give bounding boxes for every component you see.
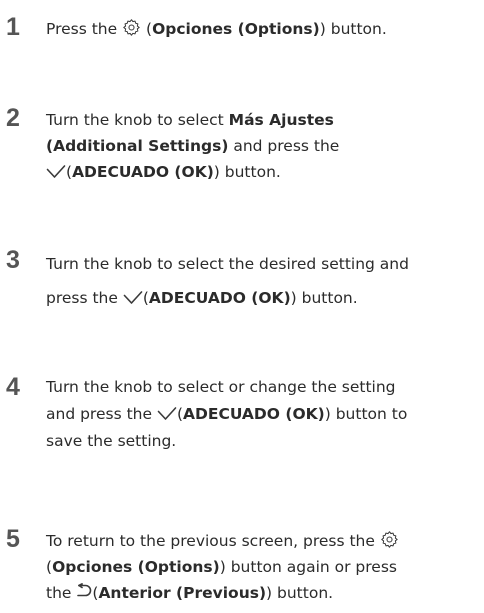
bold-text-run: Opciones (Options) xyxy=(152,20,320,38)
check-icon xyxy=(123,290,143,306)
text-run: ) button. xyxy=(266,584,334,602)
step-line: and press the (ADECUADO (OK)) button to xyxy=(46,401,480,428)
text-run: ) button to xyxy=(324,405,408,423)
step-number: 5 xyxy=(6,525,20,553)
text-run: ) button again or press xyxy=(219,558,397,576)
back-arrow-icon xyxy=(76,583,92,601)
step-line: (Opciones (Options)) button again or pre… xyxy=(46,554,480,580)
text-run: and press the xyxy=(228,137,340,155)
bold-text-run: Más Ajustes xyxy=(228,111,334,129)
step-text: Turn the knob to select the desired sett… xyxy=(46,247,480,315)
step-line: Turn the knob to select the desired sett… xyxy=(46,247,480,281)
step-line: the (Anterior (Previous)) button. xyxy=(46,580,480,606)
text-run: Turn the knob to select xyxy=(46,111,229,129)
step-text: Press the (Opciones (Options)) button. xyxy=(46,16,480,42)
step-text: Turn the knob to select or change the se… xyxy=(46,374,480,455)
bold-text-run: Anterior (Previous) xyxy=(98,584,267,602)
text-run: To return to the previous screen, press … xyxy=(46,532,380,550)
text-run: press the xyxy=(46,289,123,307)
step-line: press the (ADECUADO (OK)) button. xyxy=(46,281,480,315)
step-line: (ADECUADO (OK)) button. xyxy=(46,159,480,185)
text-run: Press the xyxy=(46,20,123,38)
gear-icon xyxy=(380,530,399,549)
check-icon xyxy=(46,164,66,180)
bold-text-run: (Additional Settings) xyxy=(46,137,229,155)
step-line: Turn the knob to select Más Ajustes xyxy=(46,107,480,133)
step-number: 3 xyxy=(6,246,20,274)
gear-icon xyxy=(122,18,141,37)
step-line: Press the (Opciones (Options)) button. xyxy=(46,16,480,42)
step-number: 1 xyxy=(6,13,20,41)
step-line: Turn the knob to select or change the se… xyxy=(46,374,480,401)
step-line: save the setting. xyxy=(46,428,480,455)
step-number: 2 xyxy=(6,104,20,132)
text-run: ) button. xyxy=(213,163,281,181)
bold-text-run: ADECUADO (OK) xyxy=(148,289,291,307)
step-number: 4 xyxy=(6,373,20,401)
text-run: ( xyxy=(141,20,153,38)
text-run: save the setting. xyxy=(46,432,177,450)
step-text: To return to the previous screen, press … xyxy=(46,528,480,606)
text-run: ) button. xyxy=(290,289,358,307)
step-line: (Additional Settings) and press the xyxy=(46,133,480,159)
step-line: To return to the previous screen, press … xyxy=(46,528,480,554)
text-run: the xyxy=(46,584,77,602)
check-icon xyxy=(157,406,177,422)
text-run: Turn the knob to select or change the se… xyxy=(46,378,396,396)
step-text: Turn the knob to select Más Ajustes (Addi… xyxy=(46,107,480,185)
text-run: and press the xyxy=(46,405,157,423)
text-run: ) button. xyxy=(319,20,387,38)
bold-text-run: ADECUADO (OK) xyxy=(183,405,325,423)
bold-text-run: ADECUADO (OK) xyxy=(72,163,214,181)
bold-text-run: Opciones (Options) xyxy=(52,558,220,576)
text-run: Turn the knob to select the desired sett… xyxy=(46,255,409,273)
